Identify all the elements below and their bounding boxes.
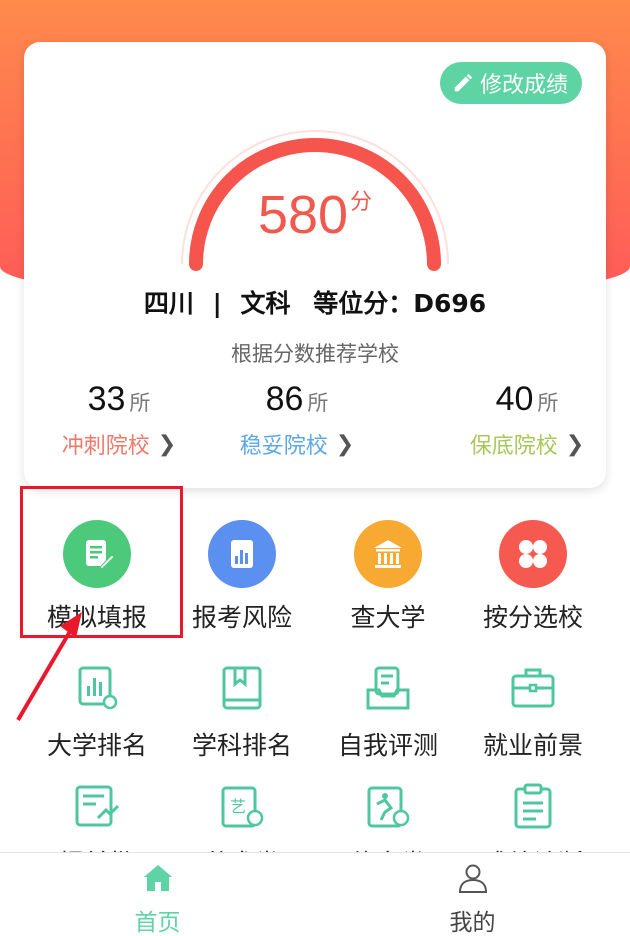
- tier-count: 40: [495, 380, 534, 418]
- tier-label: 冲刺院校: [61, 434, 150, 459]
- tab-home[interactable]: 首页: [0, 853, 315, 936]
- svg-text:艺: 艺: [230, 797, 246, 816]
- tier-match[interactable]: 86 所 稳妥院校 ❯: [202, 380, 392, 460]
- subject: 文科: [240, 289, 291, 318]
- tab-me-label: 我的: [449, 910, 496, 936]
- exam-info: 四川 | 文科 等位分：D696: [24, 284, 606, 320]
- tool-label: 自我评测: [337, 731, 438, 760]
- tool-subject-ranking[interactable]: 学科排名: [169, 664, 315, 762]
- tier-label: 稳妥院校: [239, 434, 328, 459]
- score-value: 580: [257, 185, 349, 245]
- bottom-tab-bar: 首页 我的: [0, 852, 630, 936]
- annotation-arrow-icon: [16, 612, 82, 722]
- edit-score-label: 修改成绩: [479, 73, 568, 98]
- score-card: 修改成绩 580分 四川 | 文科 等位分：D696 根据分数推荐学校 33 所 …: [24, 42, 606, 488]
- sports-icon: [367, 786, 410, 828]
- home-icon: [143, 865, 172, 891]
- tool-self-assessment[interactable]: 自我评测: [315, 664, 461, 762]
- recommend-caption: 根据分数推荐学校: [231, 342, 399, 366]
- tier-unit: 所: [537, 391, 559, 415]
- early-batch-icon: [75, 785, 120, 827]
- feature-label: 按分选校: [482, 603, 583, 632]
- art-palette-icon: 艺: [221, 786, 264, 828]
- feature-select-by-score[interactable]: 按分选校: [460, 520, 606, 634]
- tier-unit: 所: [307, 391, 329, 415]
- feature-label: 报考风险: [191, 603, 292, 632]
- chevron-right-icon: ❯: [565, 431, 585, 457]
- tier-label: 保底院校: [469, 434, 558, 459]
- clover-icon: [499, 520, 567, 588]
- bar-chart-icon: [208, 520, 276, 588]
- tool-employment-outlook[interactable]: 就业前景: [460, 664, 606, 762]
- self-test-icon: [366, 666, 410, 710]
- feature-label: 查大学: [350, 603, 426, 632]
- edit-score-button[interactable]: 修改成绩: [439, 62, 582, 104]
- feature-find-university[interactable]: 查大学: [315, 520, 461, 634]
- book-icon: [222, 666, 262, 710]
- briefcase-icon: [511, 668, 555, 708]
- pencil-icon: [454, 73, 473, 92]
- tab-me[interactable]: 我的: [315, 853, 630, 936]
- clipboard-icon: [514, 783, 552, 829]
- score-unit: 分: [350, 190, 373, 215]
- score-display: 580分: [24, 184, 606, 246]
- user-icon: [458, 864, 487, 893]
- university-building-icon: [354, 520, 422, 588]
- tool-label: 大学排名: [46, 731, 147, 760]
- tier-unit: 所: [129, 391, 151, 415]
- tier-count: 86: [265, 380, 304, 418]
- chevron-right-icon: ❯: [157, 431, 177, 457]
- feature-application-risk[interactable]: 报考风险: [169, 520, 315, 634]
- tool-label: 学科排名: [191, 731, 292, 760]
- province: 四川: [143, 289, 194, 318]
- tool-label: 就业前景: [482, 731, 583, 760]
- tab-home-label: 首页: [134, 910, 181, 936]
- info-separator: |: [212, 289, 222, 318]
- tier-count: 33: [87, 380, 126, 418]
- equiv-score: 等位分：D696: [313, 289, 487, 318]
- tier-reach[interactable]: 33 所 冲刺院校 ❯: [24, 380, 214, 460]
- chevron-right-icon: ❯: [335, 431, 355, 457]
- tier-safety[interactable]: 40 所 保底院校 ❯: [432, 380, 622, 460]
